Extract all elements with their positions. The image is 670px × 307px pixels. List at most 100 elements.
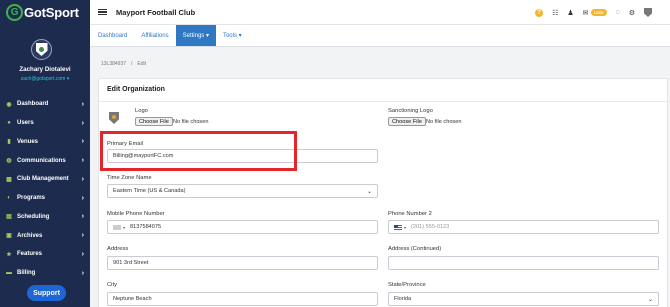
venue-icon: ▮ bbox=[7, 139, 11, 146]
archive-icon: ▣ bbox=[6, 233, 12, 240]
sidebar-item-label: Archives bbox=[17, 232, 43, 239]
chevron-down-icon: ⌄ bbox=[647, 296, 653, 303]
sidebar-item-communications[interactable]: ◍ Communications › bbox=[0, 151, 90, 170]
sanctioning-logo-choose-file-button[interactable]: Choose File bbox=[388, 117, 426, 126]
logo-choose-file-button[interactable]: Choose File bbox=[135, 117, 173, 126]
brand-name: GotSport bbox=[24, 5, 79, 20]
sidebar-item-features[interactable]: ★ Features › bbox=[0, 245, 90, 264]
sidebar-item-venues[interactable]: ▮ Venues › bbox=[0, 133, 90, 152]
gear-icon[interactable]: ⚙ bbox=[629, 9, 635, 17]
chevron-right-icon: › bbox=[81, 119, 84, 127]
city-input[interactable]: Neptune Beach bbox=[107, 292, 378, 306]
caret-down-icon: ▾ bbox=[404, 224, 407, 230]
caret-down-icon: ▾ bbox=[123, 224, 126, 230]
user-email[interactable]: zach@gotsport.com ▾ bbox=[0, 76, 90, 82]
sidebar-item-programs[interactable]: ◐ Programs › bbox=[0, 189, 90, 208]
mobile-phone-label: Mobile Phone Number bbox=[107, 211, 165, 217]
club-switch-icon[interactable] bbox=[644, 8, 652, 17]
page-title: Mayport Football Club bbox=[116, 7, 196, 17]
tab-affiliations[interactable]: Affiliations bbox=[134, 25, 175, 46]
tab-bar: Dashboard Affiliations Settings ▾ Tools … bbox=[90, 25, 670, 47]
programs-icon: ◐ bbox=[7, 195, 11, 202]
address-label: Address bbox=[107, 246, 129, 252]
address-continued-input[interactable] bbox=[388, 256, 659, 270]
sidebar-item-label: Dashboard bbox=[17, 101, 49, 108]
mail-icon[interactable]: ✉ 1888 bbox=[583, 9, 607, 17]
highlight-box bbox=[100, 131, 297, 171]
chevron-right-icon: › bbox=[81, 157, 84, 165]
phone-2-input[interactable]: ▾ (201) 555-0123 bbox=[388, 220, 659, 234]
breadcrumb-separator: / bbox=[131, 61, 133, 67]
logo-label: Logo bbox=[135, 108, 148, 114]
users-icon: ● bbox=[7, 120, 11, 127]
sanctioning-logo-label: Sanctioning Logo bbox=[388, 108, 433, 114]
chevron-right-icon: › bbox=[81, 250, 84, 258]
state-value: Florida bbox=[394, 296, 412, 302]
chevron-right-icon: › bbox=[81, 269, 84, 277]
chevron-right-icon: › bbox=[81, 138, 84, 146]
gotsport-logo[interactable]: G GotSport bbox=[0, 0, 90, 25]
breadcrumb-current: Edit bbox=[137, 61, 147, 67]
tab-tools[interactable]: Tools ▾ bbox=[216, 25, 249, 46]
sidebar-item-label: Users bbox=[17, 120, 34, 127]
sidebar-nav: ◉ Dashboard › ● Users › ▮ Venues › ◍ Com… bbox=[0, 95, 90, 283]
calendar-icon: ▤ bbox=[6, 214, 12, 221]
sidebar-item-label: Scheduling bbox=[17, 213, 50, 220]
gotsport-logo-icon: G bbox=[6, 4, 23, 21]
breadcrumb: 13L384937 / Edit bbox=[101, 61, 146, 67]
edit-organization-card: Edit Organization Logo Choose File No fi… bbox=[98, 78, 668, 307]
mobile-phone-value: 8137584075 bbox=[130, 224, 162, 230]
sidebar: G GotSport Zachary Diotalevi zach@gotspo… bbox=[0, 0, 90, 307]
address-continued-label: Address (Continued) bbox=[388, 246, 442, 252]
sidebar-item-label: Billing bbox=[17, 270, 36, 277]
logo-file-status: No file chosen bbox=[173, 119, 209, 125]
divider bbox=[99, 101, 667, 102]
chevron-right-icon: › bbox=[81, 100, 84, 108]
support-button[interactable]: Support bbox=[27, 285, 66, 301]
chevron-right-icon: › bbox=[81, 213, 84, 221]
sidebar-item-billing[interactable]: ▬ Billing › bbox=[0, 264, 90, 283]
sidebar-item-label: Venues bbox=[17, 138, 39, 145]
mobile-phone-input[interactable]: ▾ 8137584075 bbox=[107, 220, 378, 234]
chevron-down-icon: ⌄ bbox=[366, 188, 372, 195]
tab-settings[interactable]: Settings ▾ bbox=[175, 25, 216, 46]
hamburger-menu-icon[interactable] bbox=[98, 8, 107, 16]
user-icon[interactable]: ♟ bbox=[567, 9, 573, 17]
user-name: Zachary Diotalevi bbox=[19, 66, 71, 73]
phone-2-placeholder: (201) 555-0123 bbox=[411, 224, 450, 230]
club-icon: ▦ bbox=[6, 176, 12, 183]
list-icon[interactable]: ☷ bbox=[552, 9, 558, 17]
phone-2-label: Phone Number 2 bbox=[388, 211, 432, 217]
chevron-right-icon: › bbox=[81, 175, 84, 183]
state-label: State/Province bbox=[388, 282, 426, 288]
help-icon[interactable]: ? bbox=[535, 8, 544, 17]
tab-dashboard[interactable]: Dashboard bbox=[91, 25, 134, 46]
chat-icon: ◍ bbox=[6, 158, 12, 165]
avatar[interactable] bbox=[31, 39, 52, 60]
state-select[interactable]: Florida ⌄ bbox=[388, 292, 659, 306]
sanctioning-logo-file-status: No file chosen bbox=[426, 119, 462, 125]
sidebar-item-label: Club Management bbox=[17, 176, 69, 183]
chevron-right-icon: › bbox=[81, 232, 84, 240]
sidebar-item-label: Features bbox=[17, 251, 43, 258]
mail-count-badge: 1888 bbox=[590, 9, 607, 16]
sidebar-item-dashboard[interactable]: ◉ Dashboard › bbox=[0, 95, 90, 114]
top-icons: ? ☷ ♟ ✉ 1888 ◌ ⚙ bbox=[535, 0, 652, 25]
club-crest-icon bbox=[35, 43, 48, 56]
us-flag-icon[interactable] bbox=[394, 224, 402, 230]
chat-bubble-icon[interactable]: ◌ bbox=[616, 9, 620, 16]
address-input[interactable]: 901 3rd Street bbox=[107, 256, 378, 270]
card-title: Edit Organization bbox=[107, 86, 165, 93]
sidebar-item-scheduling[interactable]: ▤ Scheduling › bbox=[0, 208, 90, 227]
sidebar-item-archives[interactable]: ▣ Archives › bbox=[0, 226, 90, 245]
country-flag-icon[interactable] bbox=[113, 224, 121, 230]
sidebar-item-club-management[interactable]: ▦ Club Management › bbox=[0, 170, 90, 189]
time-zone-select[interactable]: Eastern Time (US & Canada) ⌄ bbox=[107, 184, 378, 198]
breadcrumb-id[interactable]: 13L384937 bbox=[101, 61, 126, 67]
sidebar-item-label: Communications bbox=[17, 157, 66, 164]
star-icon: ★ bbox=[6, 251, 12, 258]
sidebar-item-users[interactable]: ● Users › bbox=[0, 114, 90, 133]
city-label: City bbox=[107, 282, 117, 288]
chevron-right-icon: › bbox=[81, 194, 84, 202]
top-bar: Mayport Football Club ? ☷ ♟ ✉ 1888 ◌ ⚙ bbox=[90, 0, 670, 25]
